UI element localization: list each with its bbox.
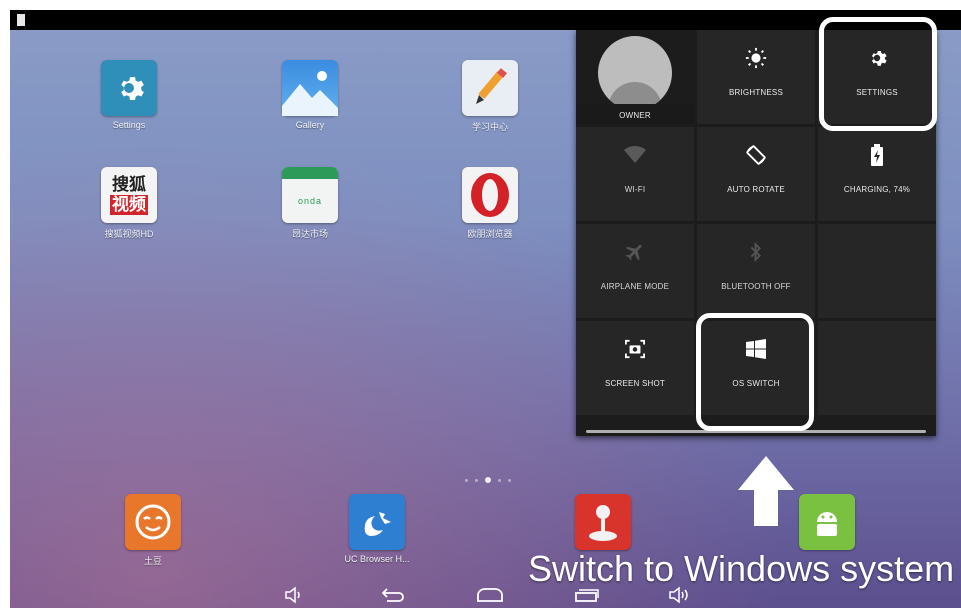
rotate-icon: [697, 143, 815, 167]
dock-app-tudou[interactable]: 土豆: [108, 494, 198, 567]
tile-auto-rotate[interactable]: AUTO ROTATE: [697, 127, 815, 221]
app-label: 搜狐视频HD: [104, 229, 154, 239]
gear-icon: [101, 60, 157, 116]
recents-icon[interactable]: [572, 584, 602, 606]
airplane-icon: [576, 240, 694, 264]
dock-app-uc-browser[interactable]: UC Browser H...: [332, 494, 422, 564]
up-arrow-icon: [738, 456, 794, 526]
app-label: Settings: [112, 120, 146, 130]
app-sohu-video[interactable]: 搜狐 视频 搜狐视频HD: [84, 167, 174, 240]
tile-label: WI-FI: [624, 185, 646, 194]
android-icon: [799, 494, 855, 550]
tile-label: AUTO ROTATE: [727, 185, 785, 194]
joystick-icon: [575, 494, 631, 550]
owner-tile[interactable]: OWNER: [576, 30, 694, 124]
notification-icon: [17, 14, 25, 26]
app-label: 欧朋浏览器: [467, 229, 513, 239]
onda-logo: onda: [297, 196, 323, 206]
tile-airplane-mode[interactable]: AIRPLANE MODE: [576, 224, 694, 318]
app-label: Gallery: [295, 120, 325, 130]
tile-empty: [818, 224, 936, 318]
tile-empty: [818, 321, 936, 415]
owner-label: OWNER: [619, 111, 651, 120]
tile-brightness[interactable]: BRIGHTNESS: [697, 30, 815, 124]
app-opera[interactable]: 欧朋浏览器: [445, 167, 535, 240]
market-bag-top: [282, 167, 338, 179]
volume-down-icon[interactable]: [280, 584, 310, 606]
settings-highlight: [819, 17, 937, 131]
back-icon[interactable]: [379, 584, 409, 606]
page-indicator: [465, 476, 525, 484]
uc-browser-icon: [349, 494, 405, 550]
app-label: 学习中心: [471, 122, 508, 132]
app-label: 土豆: [143, 556, 162, 566]
home-icon[interactable]: [475, 584, 505, 606]
navigation-bar: [10, 582, 961, 608]
screenshot-icon: [576, 337, 694, 361]
app-onda-market[interactable]: onda 昂达市场: [265, 167, 355, 240]
tile-screenshot[interactable]: SCREEN SHOT: [576, 321, 694, 415]
bluetooth-icon: [697, 240, 815, 264]
tablet-screen: Settings Gallery 学习中心 搜狐 视频 搜狐视频HD onda …: [10, 10, 961, 608]
volume-up-icon[interactable]: [665, 584, 695, 606]
dock-app-android[interactable]: [782, 494, 872, 554]
tile-battery[interactable]: CHARGING, 74%: [818, 127, 936, 221]
app-label: 昂达市场: [291, 229, 328, 239]
wifi-icon: [576, 143, 694, 167]
app-label: UC Browser H...: [344, 554, 410, 564]
tile-label: BLUETOOTH OFF: [721, 282, 791, 291]
tile-wifi[interactable]: WI-FI: [576, 127, 694, 221]
pencil-icon: [462, 60, 518, 116]
dock-app-joystick[interactable]: [558, 494, 648, 554]
app-learning-center[interactable]: 学习中心: [445, 60, 535, 133]
brightness-icon: [697, 46, 815, 70]
tile-label: CHARGING, 74%: [843, 185, 911, 194]
sohu-video-icon: 搜狐 视频: [101, 167, 157, 223]
tile-label: AIRPLANE MODE: [600, 282, 670, 291]
app-gallery[interactable]: Gallery: [265, 60, 355, 130]
opera-icon: [462, 167, 518, 223]
os-switch-highlight: [696, 313, 814, 431]
app-settings[interactable]: Settings: [84, 60, 174, 130]
tile-label: SCREEN SHOT: [605, 379, 665, 388]
tile-bluetooth[interactable]: BLUETOOTH OFF: [697, 224, 815, 318]
onda-market-icon: onda: [282, 167, 338, 223]
battery-charging-icon: [818, 143, 936, 167]
tudou-icon: [125, 494, 181, 550]
tile-label: BRIGHTNESS: [728, 88, 783, 97]
sohu-logo-top: 搜狐: [112, 175, 146, 195]
sohu-logo-bottom: 视频: [110, 195, 148, 215]
avatar: [598, 36, 672, 110]
gallery-icon: [282, 60, 338, 116]
